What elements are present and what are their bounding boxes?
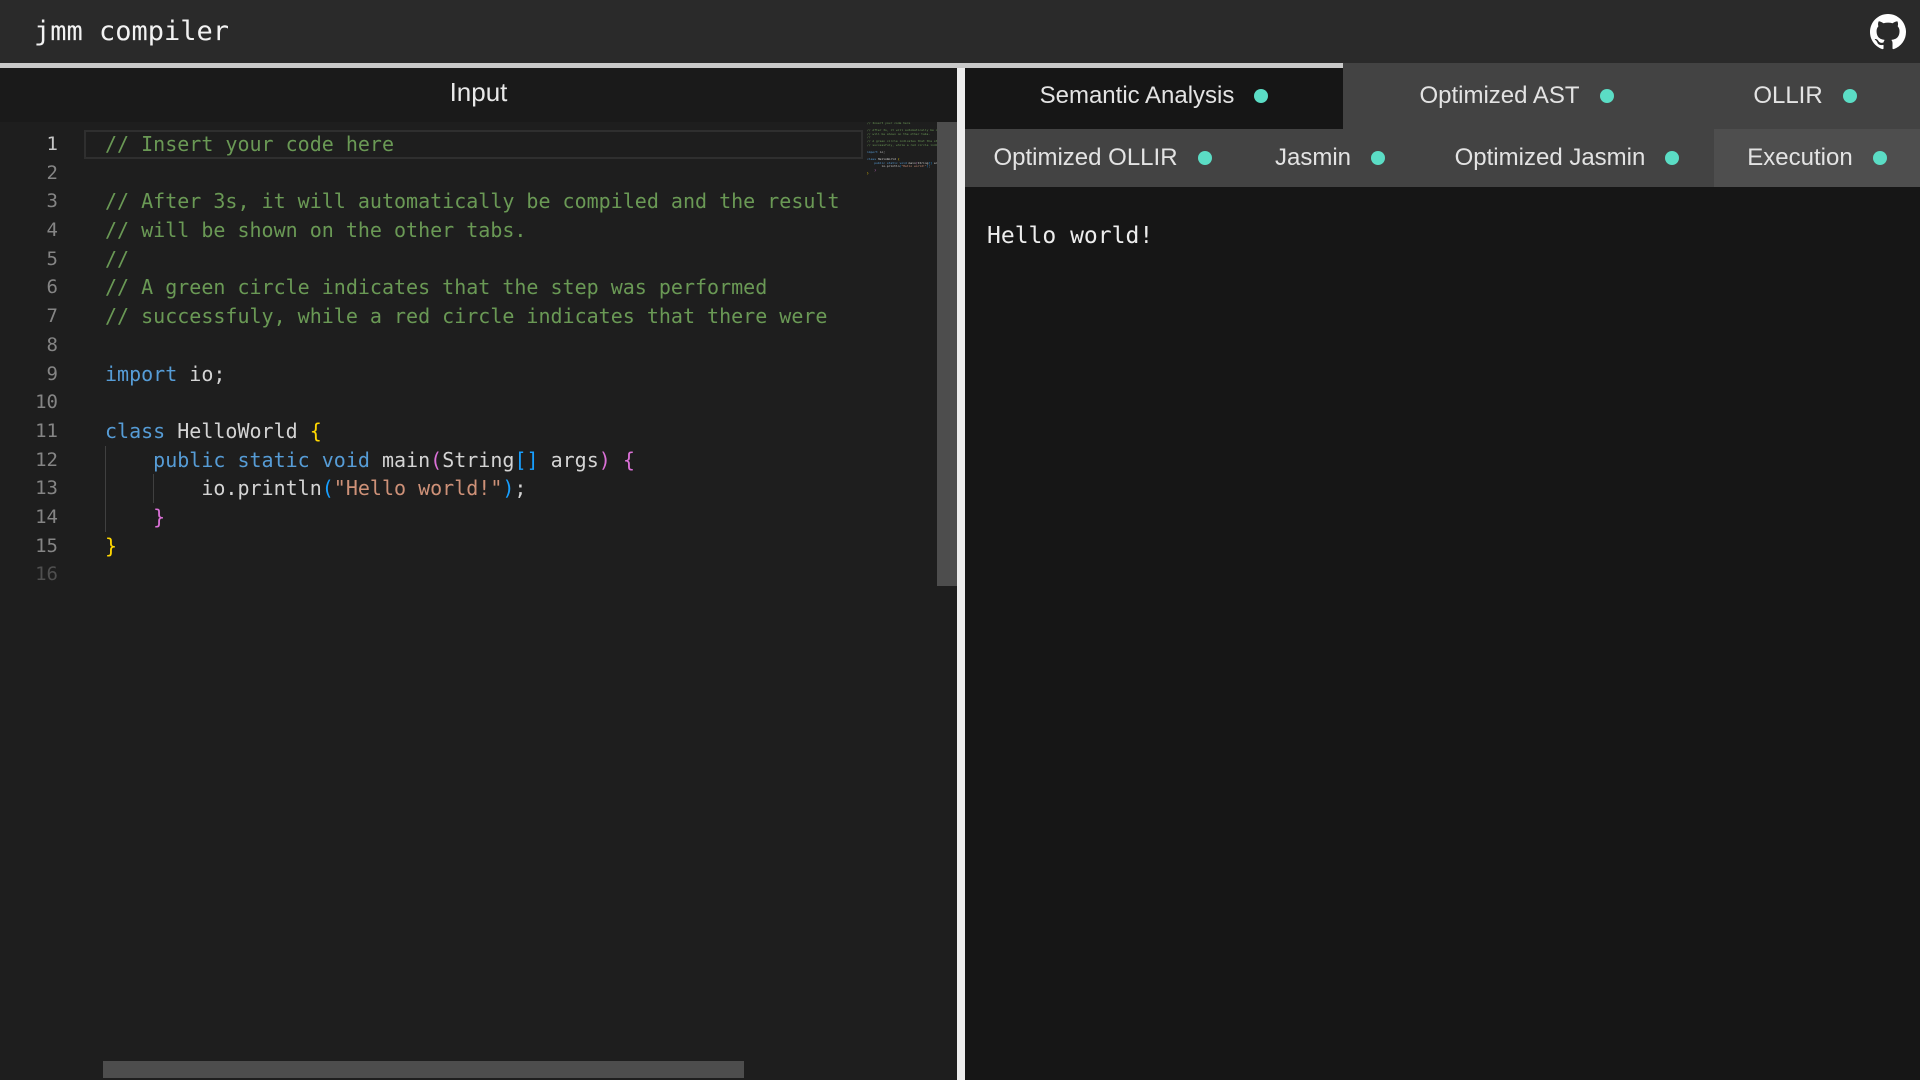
code-line: 2: [0, 159, 865, 188]
line-number: 12: [0, 446, 64, 475]
status-dot-icon: [1198, 151, 1212, 165]
status-dot-icon: [1600, 89, 1614, 103]
line-number: 14: [0, 503, 64, 532]
code-line: 11class HelloWorld {: [0, 417, 865, 446]
line-number: 8: [0, 331, 64, 360]
code-line: 14 }: [0, 503, 865, 532]
line-number: 7: [0, 302, 64, 331]
code-line: 15}: [0, 532, 865, 561]
tab-optimized-jasmin[interactable]: Optimized Jasmin: [1420, 129, 1714, 187]
line-number: 15: [0, 532, 64, 561]
horizontal-scrollbar[interactable]: [103, 1061, 744, 1078]
line-number: 3: [0, 187, 64, 216]
line-number: 5: [0, 245, 64, 274]
tab-semantic-analysis[interactable]: Semantic Analysis: [965, 63, 1343, 129]
line-number: 10: [0, 388, 64, 417]
app-bar: jmm compiler: [0, 0, 1920, 63]
code-line: 10: [0, 388, 865, 417]
code-line: 13 io.println("Hello world!");: [0, 474, 865, 503]
input-panel-header: Input: [0, 63, 957, 122]
tab-label: Semantic Analysis: [1040, 82, 1235, 110]
tab-label: Jasmin: [1275, 144, 1351, 172]
minimap-line: // will be shown on the other tabs.: [865, 133, 937, 137]
line-number: 1: [0, 130, 64, 159]
code-line: 7// successfuly, while a red circle indi…: [0, 302, 865, 331]
code-line: 16: [0, 560, 865, 589]
code-lines: 1// Insert your code here23// After 3s, …: [0, 130, 865, 589]
tab-execution[interactable]: Execution: [1714, 129, 1920, 187]
status-dot-icon: [1843, 89, 1857, 103]
code-line: 6// A green circle indicates that the st…: [0, 273, 865, 302]
minimap-line: [865, 176, 937, 180]
code-line: 3// After 3s, it will automatically be c…: [0, 187, 865, 216]
tab-jasmin[interactable]: Jasmin: [1240, 129, 1420, 187]
line-number: 6: [0, 273, 64, 302]
tab-label: Optimized Jasmin: [1455, 144, 1646, 172]
code-line: 1// Insert your code here: [0, 130, 865, 159]
line-number: 9: [0, 360, 64, 389]
status-dot-icon: [1665, 151, 1679, 165]
line-number: 16: [0, 560, 64, 589]
tab-label: OLLIR: [1753, 82, 1822, 110]
editor-minimap[interactable]: // Insert your code here// After 3s, it …: [865, 122, 937, 212]
input-panel: Input 1// Insert your code here23// Afte…: [0, 63, 957, 1080]
status-dot-icon: [1873, 151, 1887, 165]
line-number: 13: [0, 474, 64, 503]
tabs-row-1: Semantic Analysis Optimized AST OLLIR: [965, 63, 1920, 129]
app-title: jmm compiler: [34, 0, 229, 63]
panel-top-border: [0, 63, 1343, 68]
tab-label: Execution: [1747, 144, 1852, 172]
code-line: 5//: [0, 245, 865, 274]
tab-optimized-ast[interactable]: Optimized AST: [1343, 63, 1690, 129]
code-line: 12 public static void main(String[] args…: [0, 446, 865, 475]
github-icon[interactable]: [1870, 14, 1906, 50]
line-number: 11: [0, 417, 64, 446]
status-dot-icon: [1254, 89, 1268, 103]
minimap-line: // successfuly, while a red circle indic…: [865, 144, 937, 148]
tab-ollir[interactable]: OLLIR: [1690, 63, 1920, 129]
status-dot-icon: [1371, 151, 1385, 165]
panel-divider[interactable]: [957, 63, 965, 1080]
tabs-row-2: Optimized OLLIR Jasmin Optimized Jasmin Exe…: [965, 129, 1920, 187]
vertical-scrollbar[interactable]: [937, 122, 957, 586]
code-line: 4// will be shown on the other tabs.: [0, 216, 865, 245]
tab-label: Optimized OLLIR: [993, 144, 1177, 172]
execution-output-area: Hello world!: [965, 187, 1920, 1080]
line-number: 2: [0, 159, 64, 188]
tab-optimized-ollir[interactable]: Optimized OLLIR: [965, 129, 1240, 187]
tab-label: Optimized AST: [1419, 82, 1579, 110]
line-number: 4: [0, 216, 64, 245]
results-panel: Semantic Analysis Optimized AST OLLIR Opti…: [965, 63, 1920, 1080]
code-editor[interactable]: 1// Insert your code here23// After 3s, …: [0, 122, 957, 1080]
execution-output-text: Hello world!: [987, 223, 1920, 249]
code-line: 9import io;: [0, 360, 865, 389]
code-line: 8: [0, 331, 865, 360]
